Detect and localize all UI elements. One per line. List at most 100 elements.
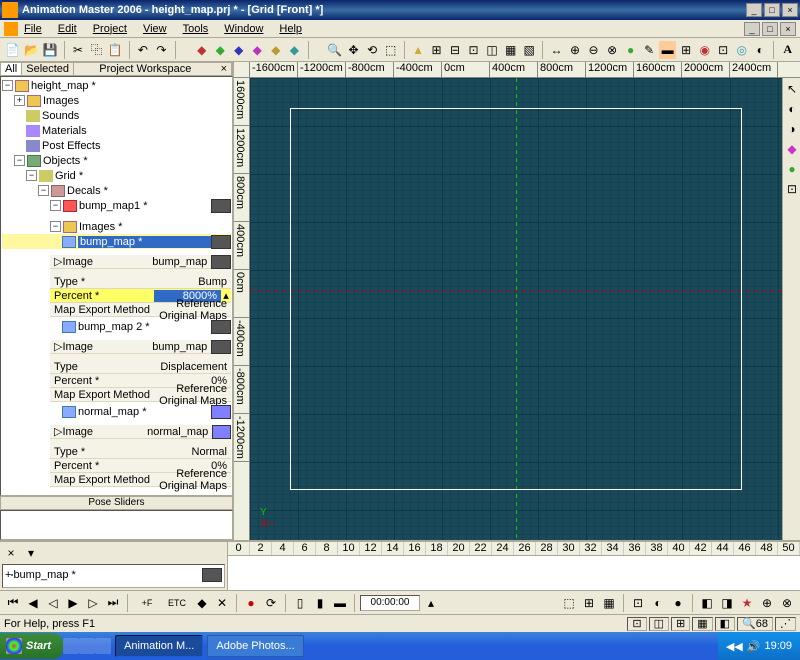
tree-posteffects[interactable]: Post Effects [42,140,231,152]
menu-help[interactable]: Help [279,23,310,35]
tray-icon[interactable]: 🔊 [747,640,761,653]
tool-c[interactable]: ◆ [231,41,248,59]
tree-materials[interactable]: Materials [42,125,231,137]
toggle[interactable]: − [50,221,61,232]
tab-all[interactable]: All [1,63,22,75]
tl-close[interactable]: × [2,544,20,562]
vt-arrow[interactable]: ↖ [783,80,800,98]
time-input[interactable] [360,595,420,611]
close-button[interactable]: × [782,3,798,17]
undo-button[interactable]: ↶ [135,41,152,59]
tool-d[interactable]: ◆ [249,41,266,59]
prop-type-value[interactable]: Bump [154,276,231,288]
open-button[interactable]: 📂 [23,41,40,59]
tree-grid[interactable]: Grid * [55,170,231,182]
quick-a[interactable] [63,638,79,654]
key-del[interactable]: ✕ [213,594,231,612]
sel-c[interactable]: ⊟ [447,41,464,59]
vt-d[interactable]: ● [783,160,800,178]
vt-b[interactable]: ◑ [783,120,800,138]
toggle[interactable]: − [2,80,13,91]
disp-wire[interactable]: ⊡ [629,594,647,612]
goto-start[interactable]: ⏮ [4,594,22,612]
time-up[interactable]: ▴ [422,594,440,612]
system-tray[interactable]: ◀◀ 🔊 19:09 [718,632,800,660]
prop-image-value[interactable]: normal_map [147,426,212,438]
mdi-close[interactable]: × [780,22,796,36]
mode-b[interactable]: ⊕ [567,41,584,59]
menu-file[interactable]: File [24,23,50,35]
vt-e[interactable]: ⊡ [783,180,800,198]
tree-images2[interactable]: Images * [79,221,231,233]
step-fwd[interactable]: ▷ [84,594,102,612]
nav-fit[interactable]: ⬚ [382,41,399,59]
paste-button[interactable]: 📋 [107,41,124,59]
mode-f[interactable]: ✎ [641,41,658,59]
save-button[interactable]: 💾 [42,41,59,59]
mdi-maximize[interactable]: □ [762,22,778,36]
extra-e[interactable]: ⊗ [778,594,796,612]
timeline-item[interactable]: bump_map * [13,569,75,581]
menu-window[interactable]: Window [224,23,271,35]
loop-button[interactable]: ⟳ [262,594,280,612]
cut-button[interactable]: ✂ [70,41,87,59]
mode-c[interactable]: ⊖ [585,41,602,59]
sel-b[interactable]: ⊞ [428,41,445,59]
new-button[interactable]: 📄 [4,41,21,59]
quick-b[interactable] [79,638,95,654]
prop-type-value[interactable]: Normal [154,446,231,458]
text-tool[interactable]: A [779,41,796,59]
sel-g[interactable]: ▧ [521,41,538,59]
toggle[interactable]: − [50,200,61,211]
canvas[interactable]: YX─ [250,78,782,540]
etc-mode[interactable]: ETC [163,594,191,612]
tree-root[interactable]: height_map * [31,80,231,92]
sel-e[interactable]: ◫ [484,41,501,59]
snap-b[interactable]: ▮ [311,594,329,612]
sel-a[interactable]: ▲ [410,41,427,59]
tree-bumpmap2[interactable]: bump_map 2 * [78,321,211,333]
toggle[interactable]: − [38,185,49,196]
tool-f[interactable]: ◆ [286,41,303,59]
workspace-close[interactable]: × [217,63,232,75]
mode-g[interactable]: ▬ [659,41,676,59]
tree-images[interactable]: Images [43,95,231,107]
mode-a[interactable]: ↔ [548,41,565,59]
menu-view[interactable]: View [143,23,175,35]
prop-export-value[interactable]: Reference Original Maps [154,298,231,322]
mode-d[interactable]: ⊗ [604,41,621,59]
view-c[interactable]: ▦ [600,594,618,612]
prop-export-value[interactable]: Reference Original Maps [154,468,231,492]
tool-e[interactable]: ◆ [268,41,285,59]
nav-zoom[interactable]: 🔍 [326,41,343,59]
snap-c[interactable]: ▬ [331,594,349,612]
view-b[interactable]: ⊞ [580,594,598,612]
tree-bumpmap-selected[interactable]: bump_map * [78,236,211,248]
rec-button[interactable]: ● [242,594,260,612]
prop-export-value[interactable]: Reference Original Maps [154,383,231,407]
menu-edit[interactable]: Edit [58,23,85,35]
mdi-minimize[interactable]: _ [744,22,760,36]
tool-b[interactable]: ◆ [212,41,229,59]
tool-a[interactable]: ◆ [193,41,210,59]
toggle[interactable]: + [14,95,25,106]
menu-project[interactable]: Project [93,23,135,35]
disp-shade[interactable]: ◐ [649,594,667,612]
nav-pan[interactable]: ✥ [345,41,362,59]
toggle[interactable]: − [26,170,37,181]
tray-icon[interactable]: ◀◀ [726,640,743,653]
extra-b[interactable]: ◨ [718,594,736,612]
tree-normalmap[interactable]: normal_map * [78,406,211,418]
sel-d[interactable]: ⊡ [465,41,482,59]
selection-rect[interactable] [290,108,742,490]
frame-mode[interactable]: +F [133,594,161,612]
maximize-button[interactable]: □ [764,3,780,17]
quick-c[interactable] [95,638,111,654]
tl-tab[interactable]: ▾ [22,544,40,562]
vt-c[interactable]: ◆ [783,140,800,158]
prop-image-value[interactable]: bump_map [152,256,211,268]
tree-bumpmap1[interactable]: bump_map1 * [79,200,211,212]
mode-k[interactable]: ◎ [733,41,750,59]
extra-d[interactable]: ⊕ [758,594,776,612]
tree-objects[interactable]: Objects * [43,155,231,167]
